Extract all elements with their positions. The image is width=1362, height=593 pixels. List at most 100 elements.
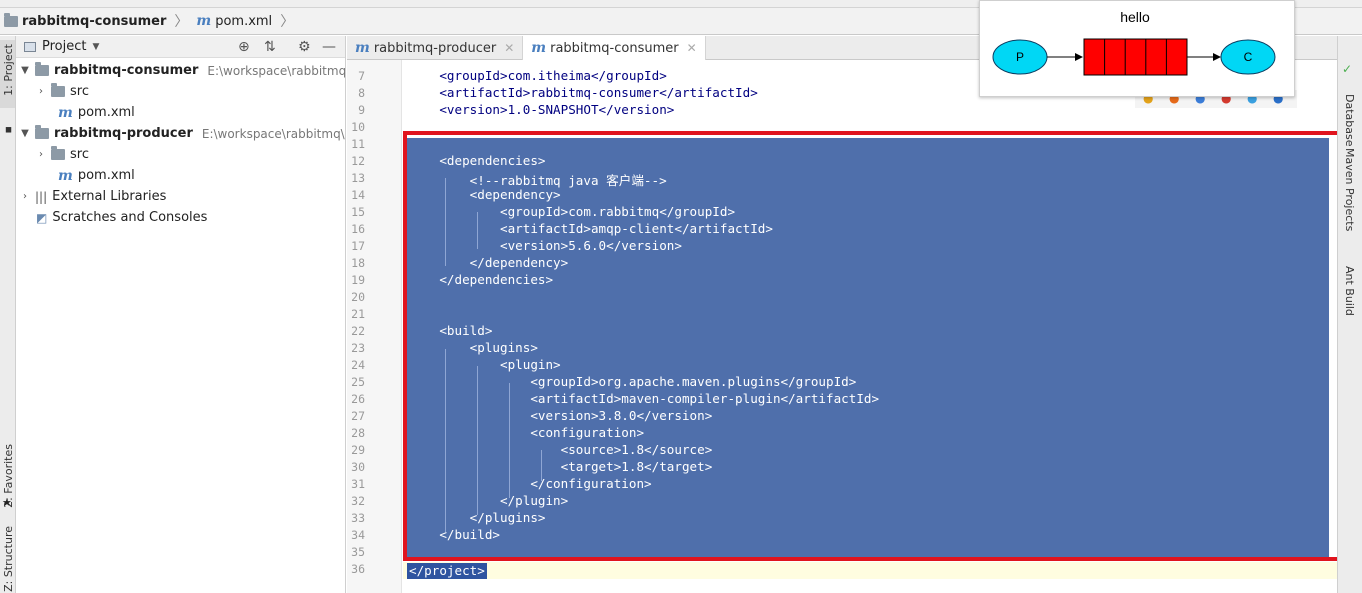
maven-file-icon: m <box>355 40 370 56</box>
project-view-icon <box>24 41 36 52</box>
structure-tool-button[interactable]: Z: Structure <box>2 526 15 592</box>
right-tool-strip: ✓ Database Maven Projects Ant Build <box>1337 36 1362 593</box>
locate-icon[interactable]: ⊕ <box>238 39 250 55</box>
consumer-label: C <box>1244 50 1253 64</box>
folder-icon <box>51 146 65 160</box>
project-tool-button[interactable]: 1: Project <box>2 44 15 96</box>
current-line-highlight <box>403 562 1337 579</box>
project-panel-marker-icon: ▪ <box>2 124 15 137</box>
hide-panel-icon[interactable]: — <box>322 39 336 55</box>
check-icon: ✓ <box>1342 62 1353 76</box>
tree-item-label: src <box>70 84 89 99</box>
code-line: <artifactId>rabbitmq-consumer</artifactI… <box>409 85 758 100</box>
breadcrumb-file[interactable]: pom.xml <box>215 14 272 29</box>
tab-label: rabbitmq-producer <box>373 40 497 56</box>
tree-item-label: pom.xml <box>77 105 135 120</box>
tree-item-external-libraries[interactable]: › ||| External Libraries <box>20 186 166 207</box>
tree-item-rabbitmq-consumer[interactable]: ▼ rabbitmq-consumer E:\workspace\rabbitm… <box>20 60 346 81</box>
expand-right-icon[interactable]: › <box>36 149 46 160</box>
line-number: 33 <box>351 511 365 525</box>
line-number: 36 <box>351 562 365 576</box>
ant-tool-button[interactable]: Ant Build <box>1343 266 1356 316</box>
maven-tool-button[interactable]: Maven Projects <box>1343 148 1356 231</box>
selected-closing-tag: </project> <box>407 563 487 579</box>
tree-item-label: src <box>70 147 89 162</box>
tab-rabbitmq-consumer[interactable]: m rabbitmq-consumer ✕ <box>523 36 706 60</box>
code-line: <version>1.0-SNAPSHOT</version> <box>409 102 675 117</box>
tab-rabbitmq-producer[interactable]: m rabbitmq-producer ✕ <box>347 36 524 60</box>
line-number: 7 <box>358 69 365 83</box>
line-number: 8 <box>358 86 365 100</box>
expand-down-icon[interactable]: ▼ <box>20 65 30 76</box>
line-number: 9 <box>358 103 365 117</box>
tree-item-rabbitmq-producer[interactable]: ▼ rabbitmq-producer E:\workspace\rabbitm… <box>20 123 345 144</box>
line-number: 16 <box>351 222 365 236</box>
diagram-svg: hello P C <box>992 9 1276 76</box>
module-path: E:\workspace\rabbitmq\rab <box>207 63 346 78</box>
line-number: 29 <box>351 443 365 457</box>
module-path: E:\workspace\rabbitmq\rabb <box>201 126 345 141</box>
line-number: 35 <box>351 545 365 559</box>
project-panel: Project ▼ ⊕ ⇅ ⚙ — ▼ rabbitmq-consumer E:… <box>16 36 346 593</box>
expand-right-icon[interactable]: › <box>20 191 30 202</box>
line-number: 14 <box>351 188 365 202</box>
tree-item-scratches[interactable]: ◩ Scratches and Consoles <box>36 207 207 228</box>
collapse-all-icon[interactable]: ⇅ <box>264 39 276 55</box>
hello-queue-diagram: hello P C <box>979 0 1295 97</box>
line-number: 28 <box>351 426 365 440</box>
database-tool-button[interactable]: Database <box>1343 94 1356 147</box>
line-number: 11 <box>351 137 365 151</box>
maven-file-icon: m <box>58 167 73 184</box>
tree-item-label: rabbitmq-producer <box>54 126 193 141</box>
breadcrumb: rabbitmq-consumer 〉 m pom.xml 〉 <box>4 11 298 31</box>
tree-item-pom-xml[interactable]: m pom.xml <box>58 102 135 123</box>
line-number: 21 <box>351 307 365 321</box>
producer-label: P <box>1016 50 1024 64</box>
highlight-box <box>403 131 1344 561</box>
tree-item-pom-xml[interactable]: m pom.xml <box>58 165 135 186</box>
gear-icon[interactable]: ⚙ <box>298 39 311 55</box>
module-folder-icon <box>35 62 49 76</box>
tree-item-label: pom.xml <box>77 168 135 183</box>
line-number: 24 <box>351 358 365 372</box>
close-icon[interactable]: ✕ <box>687 41 697 55</box>
line-number: 10 <box>351 120 365 134</box>
module-folder-icon <box>35 125 49 139</box>
dropdown-arrow-icon[interactable]: ▼ <box>92 42 99 52</box>
line-number: 13 <box>351 171 365 185</box>
maven-file-icon: m <box>531 40 547 56</box>
line-number: 23 <box>351 341 365 355</box>
breadcrumb-project[interactable]: rabbitmq-consumer <box>22 14 166 29</box>
close-icon[interactable]: ✕ <box>504 41 514 55</box>
project-panel-header: Project ▼ ⊕ ⇅ ⚙ — <box>16 36 345 58</box>
project-view-selector[interactable]: Project <box>42 39 86 54</box>
line-number: 31 <box>351 477 365 491</box>
line-number: 34 <box>351 528 365 542</box>
line-number: 27 <box>351 409 365 423</box>
line-number: 22 <box>351 324 365 338</box>
scratches-icon: ◩ <box>36 210 48 225</box>
line-number: 30 <box>351 460 365 474</box>
tree-item-label: External Libraries <box>52 189 167 204</box>
star-icon: ★ <box>2 496 12 509</box>
line-number-gutter: 7 8 9 10 11 12 13 14 15 16 17 18 19 20 21 22 23 24 25 26 27 2… <box>347 60 402 593</box>
code-line: <groupId>com.itheima</groupId> <box>409 68 667 83</box>
tree-item-src[interactable]: › src <box>36 144 89 165</box>
line-number: 17 <box>351 239 365 253</box>
line-number: 25 <box>351 375 365 389</box>
left-tool-strip: 1: Project ▪ 2: Favorites ★ Z: Structure <box>0 36 16 593</box>
chevron-right-icon: 〉 <box>174 14 189 30</box>
line-number: 20 <box>351 290 365 304</box>
tree-item-label: rabbitmq-consumer <box>54 63 199 78</box>
line-number: 32 <box>351 494 365 508</box>
tree-item-src[interactable]: › src <box>36 81 89 102</box>
line-number: 15 <box>351 205 365 219</box>
tree-item-label: Scratches and Consoles <box>52 210 208 225</box>
line-number: 18 <box>351 256 365 270</box>
maven-icon: m <box>196 13 212 29</box>
diagram-title: hello <box>1120 9 1150 25</box>
queue-box <box>1083 38 1188 76</box>
chevron-right-icon: 〉 <box>280 14 295 30</box>
expand-right-icon[interactable]: › <box>36 86 46 97</box>
expand-down-icon[interactable]: ▼ <box>20 128 30 139</box>
